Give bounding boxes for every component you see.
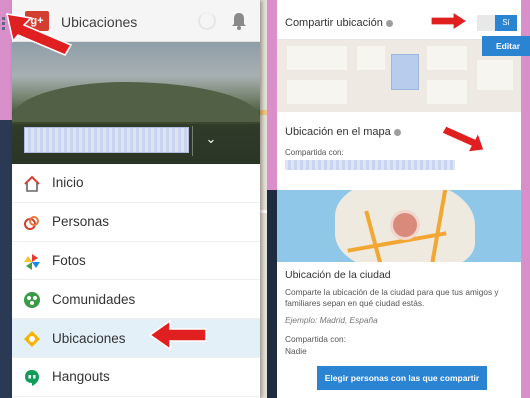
city-example-text: Ejemplo: Madrid, España bbox=[285, 315, 378, 325]
share-location-row: Compartir ubicación Sí bbox=[277, 0, 521, 40]
navigation-drawer: g+ Ubicaciones ⌄ Inicio Personas Fotos C… bbox=[12, 0, 260, 398]
city-location-section: Ubicación de la ciudad Comparte la ubica… bbox=[277, 262, 521, 398]
menu-item-label: Comunidades bbox=[52, 291, 136, 307]
city-location-description: Comparte la ubicación de la ciudad para … bbox=[285, 287, 499, 308]
menu-item-label: Inicio bbox=[52, 175, 84, 191]
menu-item-label: Ubicaciones bbox=[52, 330, 126, 346]
city-map-preview bbox=[277, 190, 521, 262]
shared-with-label: Compartida con: bbox=[285, 148, 344, 157]
account-name-redacted[interactable] bbox=[24, 127, 189, 153]
menu-item-inicio[interactable]: Inicio bbox=[12, 164, 260, 203]
info-icon[interactable] bbox=[385, 19, 393, 27]
photos-icon bbox=[22, 252, 42, 272]
communities-icon bbox=[22, 290, 42, 310]
left-screenshot-panel: g+ Ubicaciones ⌄ Inicio Personas Fotos C… bbox=[0, 0, 267, 398]
map-location-title: Ubicación en el mapa bbox=[285, 126, 401, 138]
home-icon bbox=[22, 174, 42, 194]
info-icon[interactable] bbox=[393, 128, 401, 136]
drawer-menu: Inicio Personas Fotos Comunidades Ubicac… bbox=[12, 164, 260, 397]
menu-item-label: Personas bbox=[52, 214, 110, 230]
shared-with-value-redacted bbox=[285, 160, 455, 170]
toggle-knob: Sí bbox=[495, 15, 517, 31]
location-area-marker bbox=[391, 54, 419, 90]
shared-with-label: Compartida con: bbox=[285, 334, 346, 344]
menu-item-fotos[interactable]: Fotos bbox=[12, 242, 260, 281]
edit-button[interactable]: Editar bbox=[482, 36, 530, 56]
city-location-title: Ubicación de la ciudad bbox=[285, 269, 391, 281]
notifications-bell-icon[interactable] bbox=[229, 11, 249, 31]
menu-item-ubicaciones[interactable]: Ubicaciones bbox=[12, 319, 260, 358]
share-location-label: Compartir ubicación bbox=[285, 17, 393, 29]
menu-item-label: Hangouts bbox=[52, 369, 110, 385]
menu-item-personas[interactable]: Personas bbox=[12, 203, 260, 242]
location-icon bbox=[22, 329, 42, 349]
shared-with-value: Nadie bbox=[285, 346, 307, 356]
annotation-arrow-icon bbox=[6, 13, 73, 56]
annotation-arrow-icon bbox=[441, 125, 485, 153]
people-icon bbox=[22, 213, 42, 233]
menu-item-hangouts[interactable]: Hangouts bbox=[12, 358, 260, 397]
annotation-arrow-icon bbox=[430, 10, 469, 32]
right-screenshot-panel: Compartir ubicación Sí Ubicación en el m… bbox=[267, 0, 530, 398]
chevron-down-icon[interactable]: ⌄ bbox=[202, 130, 220, 148]
share-location-toggle[interactable]: Sí bbox=[477, 15, 517, 31]
city-area-marker bbox=[390, 210, 420, 240]
menu-item-label: Fotos bbox=[52, 252, 86, 268]
choose-people-button[interactable]: Elegir personas con las que compartir bbox=[317, 366, 487, 390]
background-edge bbox=[0, 120, 12, 398]
annotation-arrow-icon bbox=[148, 319, 207, 351]
hangouts-icon bbox=[22, 368, 42, 388]
loading-spinner-icon bbox=[198, 12, 216, 30]
profile-cover-photo: ⌄ bbox=[12, 42, 260, 164]
menu-item-comunidades[interactable]: Comunidades bbox=[12, 280, 260, 320]
menu-toggle-icon[interactable] bbox=[2, 17, 6, 33]
